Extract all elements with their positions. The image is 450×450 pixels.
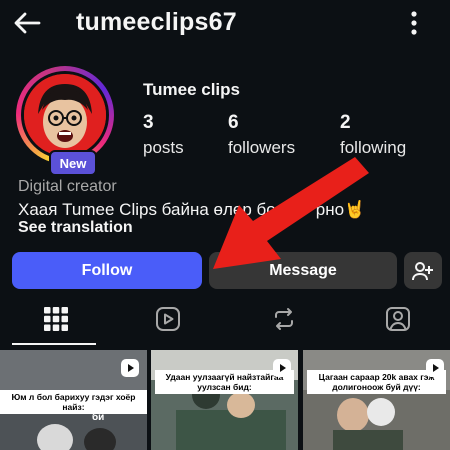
bio-text: Хаая Tumee Clips байна өлөр бо [18,200,276,219]
profile-tabs [0,296,450,342]
reposts-icon [275,308,293,330]
add-user-button[interactable] [404,252,442,289]
tab-reposts[interactable] [228,296,340,342]
grid-post-1-caption: Юм л бол барихуу гэдэг хоёр найз: [0,390,147,414]
more-options-icon[interactable] [404,8,424,38]
stat-followers-value: 6 [228,112,239,133]
active-tab-indicator [12,343,96,345]
grid-post-1[interactable]: Юм л бол барихуу гэдэг хоёр найз: би [0,350,147,450]
tab-grid[interactable] [0,296,112,342]
message-button[interactable]: Message [209,252,397,289]
grid-icon [44,307,68,331]
reel-indicator-icon [426,359,444,377]
add-user-icon [412,261,433,280]
stat-posts-label: posts [143,138,184,157]
bio-text-tail: рно🤘 [315,200,366,219]
stat-posts: 3 posts [143,112,184,158]
stat-following[interactable]: 2 following [340,112,406,158]
grid-post-3[interactable]: Цагаан сараар 20k авах гэж долигоноож бу… [303,350,450,450]
follow-button[interactable]: Follow [12,252,202,289]
top-bar: tumeeclips67 [0,0,450,46]
profile-category: Digital creator [18,178,117,195]
stat-followers-label: followers [228,138,296,157]
see-translation-link[interactable]: See translation [18,219,133,237]
profile-bio: Хаая Tumee Clips байна өлөр бо рно🤘 [18,200,365,220]
tagged-icon [386,307,410,331]
back-arrow-icon[interactable] [10,6,44,40]
stat-posts-value: 3 [143,112,154,133]
stat-following-label: following [340,138,407,157]
avatar [24,74,106,156]
grid-post-2[interactable]: Удаан уулзаагүй найзтайгаа уулзсан бид: [151,350,298,450]
tab-reels[interactable] [112,296,224,342]
reel-indicator-icon [121,359,139,377]
tab-tagged[interactable] [342,296,450,342]
stat-following-value: 2 [340,112,351,133]
reel-indicator-icon [273,359,291,377]
new-badge: New [49,150,97,176]
reels-icon [156,307,180,331]
display-name: Tumee clips [143,80,240,99]
grid-post-1-overlay-text: би [92,412,105,423]
profile-username: tumeeclips67 [76,8,237,36]
stat-followers[interactable]: 6 followers [228,112,295,158]
